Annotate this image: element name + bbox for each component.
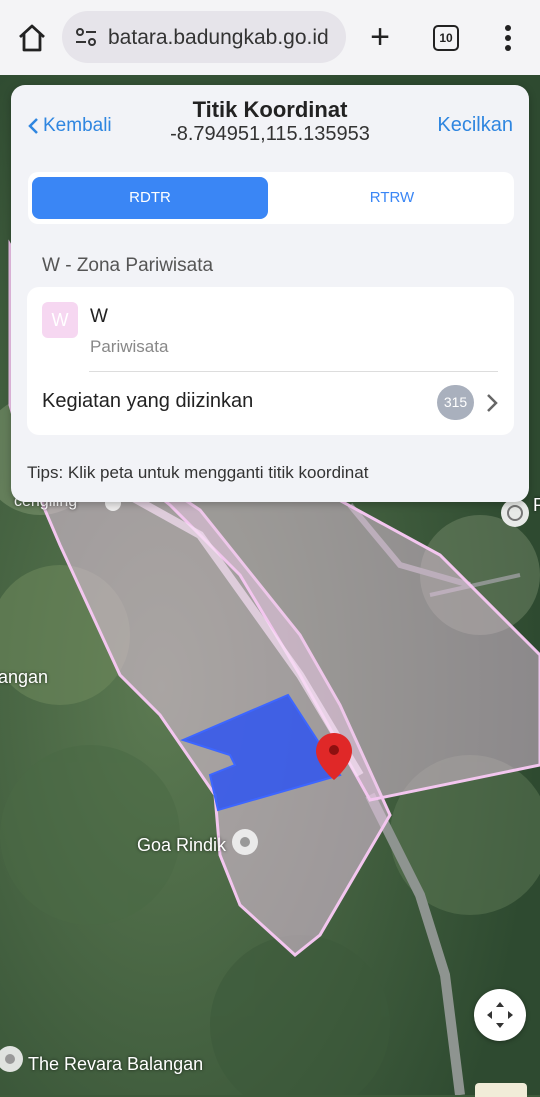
more-vert-icon[interactable] xyxy=(498,22,518,54)
allowed-activities-label: Kegiatan yang diizinkan xyxy=(42,390,254,412)
allowed-activities-row[interactable]: Kegiatan yang diizinkan 315 xyxy=(27,372,514,435)
address-bar[interactable]: batara.badungkab.go.id xyxy=(62,11,346,63)
move-arrows-icon xyxy=(487,1002,513,1028)
zone-heading: W - Zona Pariwisata xyxy=(42,255,214,276)
zone-card: W W Pariwisata Kegiatan yang diizinkan 3… xyxy=(27,287,514,435)
tab-rdtr[interactable]: RDTR xyxy=(32,177,268,219)
url-text: batara.badungkab.go.id xyxy=(108,26,329,49)
map-label-edge: P xyxy=(533,495,540,515)
browser-toolbar: batara.badungkab.go.id + 10 xyxy=(0,0,540,75)
tab-switcher-icon[interactable]: 10 xyxy=(433,25,459,51)
map-label-angan: angan xyxy=(0,667,49,687)
activities-count-badge: 315 xyxy=(437,385,474,420)
plan-type-tabs: RDTR RTRW xyxy=(28,172,514,224)
zone-color-icon: W xyxy=(42,302,78,338)
tab-rtrw[interactable]: RTRW xyxy=(274,177,510,219)
home-icon[interactable] xyxy=(14,20,50,56)
tips-text: Tips: Klik peta untuk mengganti titik ko… xyxy=(27,463,369,482)
temple-marker-icon xyxy=(501,499,529,527)
coordinate-panel: Kembali Titik Koordinat -8.794951,115.13… xyxy=(11,85,529,502)
chevron-right-icon xyxy=(487,394,498,412)
map-label-revara: The Revara Balangan xyxy=(28,1054,204,1074)
goa-rindik-marker-icon xyxy=(232,829,258,855)
map-label-goa-rindik: Goa Rindik xyxy=(137,835,227,855)
shrink-button[interactable]: Kecilkan xyxy=(437,114,513,137)
zone-code: W xyxy=(90,306,108,327)
pan-control-button[interactable] xyxy=(474,989,526,1041)
tune-icon[interactable] xyxy=(74,25,98,49)
plus-icon[interactable]: + xyxy=(366,20,394,56)
zone-name: Pariwisata xyxy=(90,337,169,356)
